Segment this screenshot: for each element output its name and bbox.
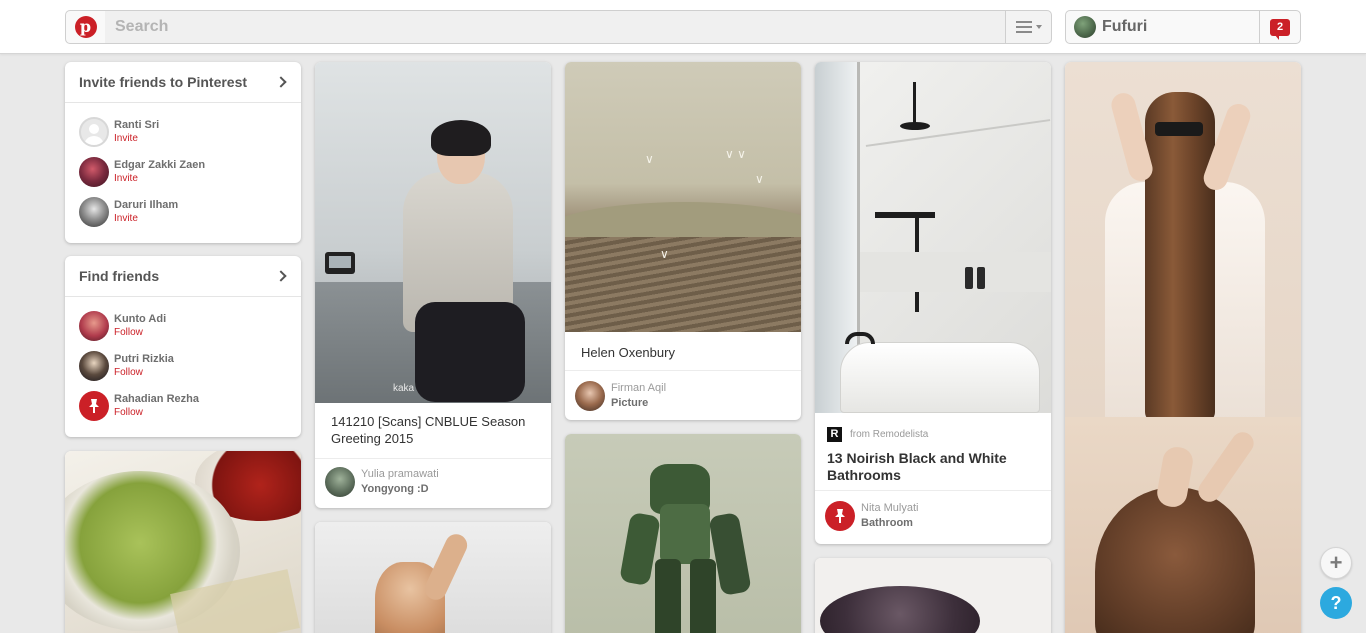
remodelista-icon: R [827,427,842,442]
pin-icon [79,391,109,421]
invite-friends-header[interactable]: Invite friends to Pinterest [65,62,301,103]
friend-item: Rahadian Rezha Follow [65,386,301,426]
hamburger-icon [1015,21,1032,33]
invite-link[interactable]: Invite [114,172,205,186]
pin-image[interactable] [65,451,301,633]
pin-image[interactable] [1065,62,1301,417]
avatar [79,197,109,227]
avatar [79,117,109,147]
notifications-button[interactable]: 2 [1259,10,1301,44]
pin-card[interactable]: kaka 141210 [Scans] CNBLUE Season Greeti… [315,62,551,508]
avatar [79,311,109,341]
pinner-info[interactable]: Nita Mulyati Bathroom [815,490,1051,540]
avatar [79,157,109,187]
pin-card-robot[interactable] [565,434,801,633]
widget-title: Find friends [79,268,160,284]
invite-link[interactable]: Invite [114,212,178,226]
pinterest-logo-icon: p [74,16,97,38]
pin-card-food[interactable] [65,451,301,633]
caret-down-icon [1035,25,1042,29]
board-name: Picture [611,396,649,409]
find-friends-header[interactable]: Find friends [65,256,301,297]
pin-card-model[interactable] [315,522,551,633]
home-button[interactable]: p [65,10,106,44]
pin-description: 141210 [Scans] CNBLUE Season Greeting 20… [331,414,526,446]
friend-name: Daruri Ilham [114,199,179,211]
pin-source[interactable]: R from Remodelista [815,413,1051,444]
pin-image[interactable] [565,434,801,633]
pinner-name: Firman Aqil [611,381,667,394]
board-name: Yongyong :D [361,482,429,495]
pin-image[interactable]: ∨ ∨ ∨ ∨ ∨ [565,62,801,332]
pinner-name: Nita Mulyati [861,501,919,514]
avatar [575,380,605,411]
pin-card-hair[interactable] [1065,62,1301,633]
image-watermark: kaka [393,383,415,394]
invite-link[interactable]: Invite [114,132,159,146]
friend-name: Ranti Sri [114,119,160,131]
friend-item: Kunto Adi Follow [65,306,301,346]
pin-card-dessert[interactable] [815,558,1051,633]
pin-image[interactable]: kaka [315,62,551,403]
add-pin-button[interactable]: + [1320,547,1352,579]
widget-title: Invite friends to Pinterest [79,74,248,90]
pinner-name: Yulia pramawati [361,467,439,480]
pinner-info[interactable]: Yulia pramawati Yongyong :D [315,458,551,504]
help-button[interactable]: ? [1320,587,1352,619]
chevron-right-icon [275,270,287,282]
category-menu-button[interactable] [1005,10,1052,44]
pinner-info[interactable]: Firman Aqil Picture [565,370,801,420]
invite-friends-widget: Invite friends to Pinterest Ranti Sri In… [65,62,301,243]
friend-item: Daruri Ilham Invite [65,192,301,232]
user-profile-button[interactable]: Fufuri [1065,10,1260,44]
follow-link[interactable]: Follow [114,366,174,380]
pin-description: Helen Oxenbury [581,345,675,360]
friend-item: Ranti Sri Invite [65,112,301,152]
board-name: Bathroom [861,516,913,529]
user-name: Fufuri [1102,18,1148,35]
user-avatar [1074,16,1096,38]
follow-link[interactable]: Follow [114,406,199,420]
friend-item: Putri Rizkia Follow [65,346,301,386]
friend-name: Kunto Adi [114,313,167,325]
pin-description: 13 Noirish Black and White Bathrooms [827,450,1007,483]
pin-image[interactable] [815,62,1051,413]
avatar [79,351,109,381]
follow-link[interactable]: Follow [114,326,166,340]
search-input[interactable] [105,10,1006,44]
top-bar: p Fufuri 2 [0,0,1366,54]
find-friends-widget: Find friends Kunto Adi Follow Putri Rizk… [65,256,301,437]
chevron-right-icon [275,76,287,88]
pin-image[interactable] [1065,417,1301,633]
pin-image[interactable] [815,558,1051,633]
notification-count-badge: 2 [1270,18,1290,40]
friend-name: Edgar Zakki Zaen [114,159,206,171]
avatar [325,466,355,497]
pin-icon [825,500,855,531]
pin-card[interactable]: ∨ ∨ ∨ ∨ ∨ Helen Oxenbury Firman Aqil Pic… [565,62,801,420]
friend-name: Rahadian Rezha [114,393,199,405]
pin-card[interactable]: R from Remodelista 13 Noirish Black and … [815,62,1051,544]
pin-image[interactable] [315,522,551,633]
friend-name: Putri Rizkia [114,353,174,365]
friend-item: Edgar Zakki Zaen Invite [65,152,301,192]
source-text: from Remodelista [850,429,929,440]
